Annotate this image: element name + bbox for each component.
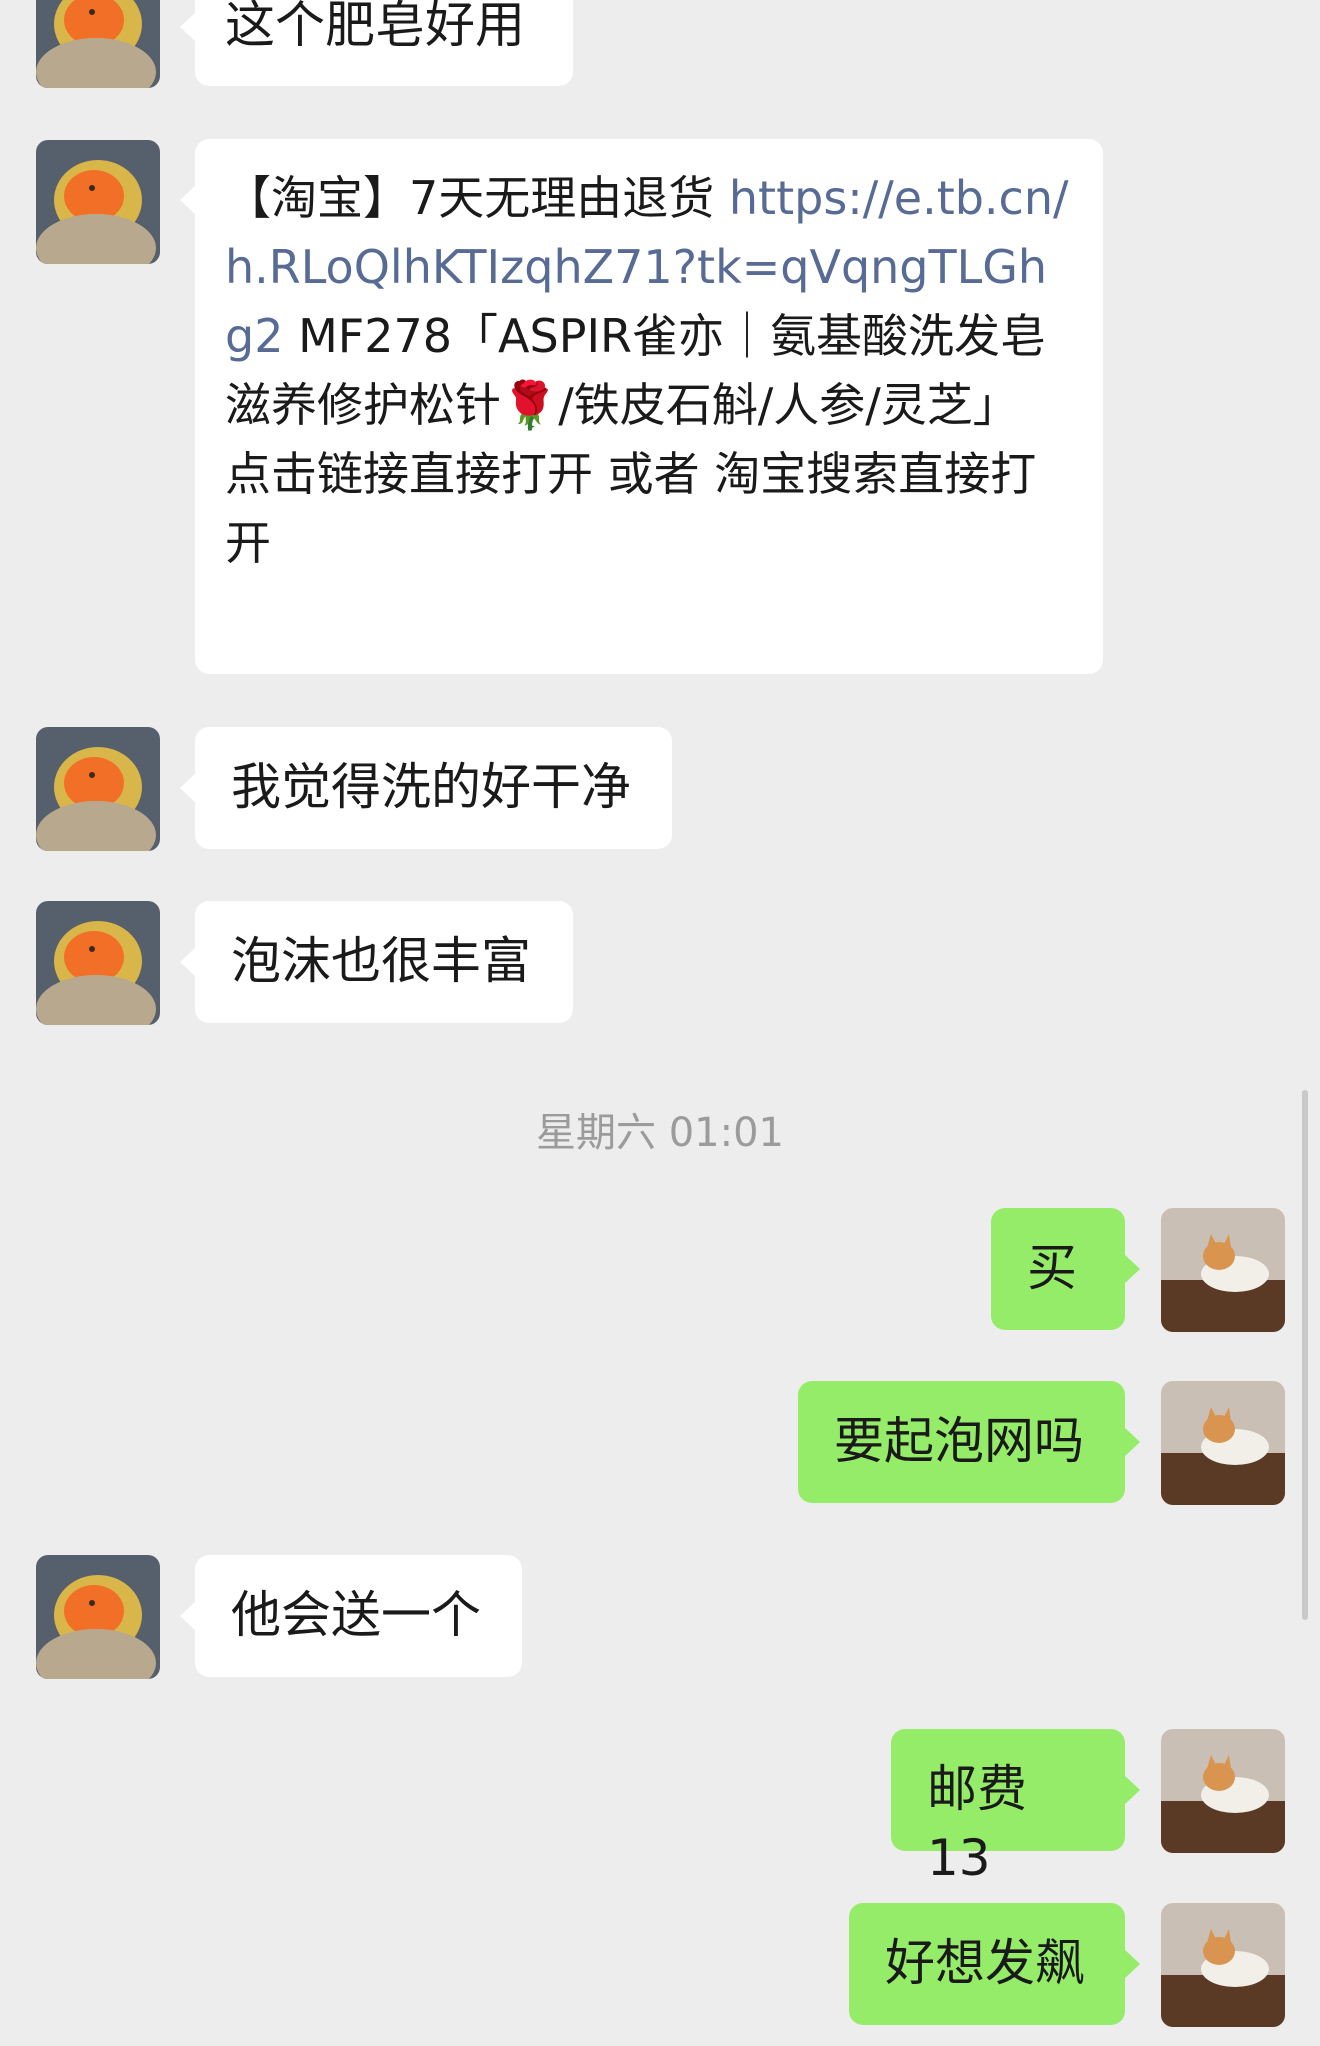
cat-photo-icon [1161,1381,1285,1505]
message-bubble-outgoing[interactable]: 买 [991,1208,1140,1330]
message-bubble-incoming[interactable]: 他会送一个 [180,1555,522,1677]
message-bubble-incoming[interactable]: 我觉得洗的好干净 [180,727,672,849]
message-text: 要起泡网吗 [834,1412,1084,1470]
message-text: 好想发飙 [885,1934,1085,1992]
message-bubble-incoming[interactable]: 泡沫也很丰富 [180,901,573,1023]
duck-plush-icon [36,140,160,264]
message-bubble-incoming[interactable]: 【淘宝】7天无理由退货 https://e.tb.cn/h.RLoQlhKTIz… [180,139,1103,674]
message-bubble-outgoing[interactable]: 邮费 13 [891,1729,1140,1887]
message-bubble-incoming[interactable]: 这个肥皂好用 [180,0,573,86]
message-text: 这个肥皂好用 [225,0,525,54]
contact-avatar[interactable] [36,0,160,88]
contact-avatar[interactable] [36,140,160,264]
chat-area[interactable]: 这个肥皂好用 【淘宝】7天无理由退货 https://e.tb.cn/h.RLo… [0,0,1320,2046]
rose-emoji-icon: 🌹 [501,378,559,432]
my-avatar[interactable] [1161,1729,1285,1853]
contact-avatar[interactable] [36,1555,160,1679]
cat-photo-icon [1161,1903,1285,2027]
cat-photo-icon [1161,1729,1285,1853]
duck-plush-icon [36,901,160,1025]
message-text: 点击链接直接打开 或者 淘宝搜索直接打开 [225,447,1037,570]
my-avatar[interactable] [1161,1381,1285,1505]
contact-avatar[interactable] [36,727,160,851]
scrollbar[interactable] [1302,1090,1308,1620]
my-avatar[interactable] [1161,1903,1285,2027]
message-bubble-outgoing[interactable]: 要起泡网吗 [798,1381,1140,1503]
message-text: 泡沫也很丰富 [231,932,531,990]
timestamp: 星期六 01:01 [536,1110,784,1156]
message-text: 他会送一个 [231,1586,481,1644]
message-text: 【淘宝】7天无理由退货 [225,171,729,225]
duck-plush-icon [36,1555,160,1679]
message-bubble-outgoing[interactable]: 好想发飙 [849,1903,1140,2025]
cat-photo-icon [1161,1208,1285,1332]
message-text: 我觉得洗的好干净 [231,758,631,816]
message-text: 邮费 13 [927,1760,1027,1887]
duck-plush-icon [36,727,160,851]
message-text: 买 [1027,1239,1077,1297]
message-text: /铁皮石斛/人参/灵芝」 [558,378,1019,432]
contact-avatar[interactable] [36,901,160,1025]
my-avatar[interactable] [1161,1208,1285,1332]
duck-plush-icon [36,0,160,88]
